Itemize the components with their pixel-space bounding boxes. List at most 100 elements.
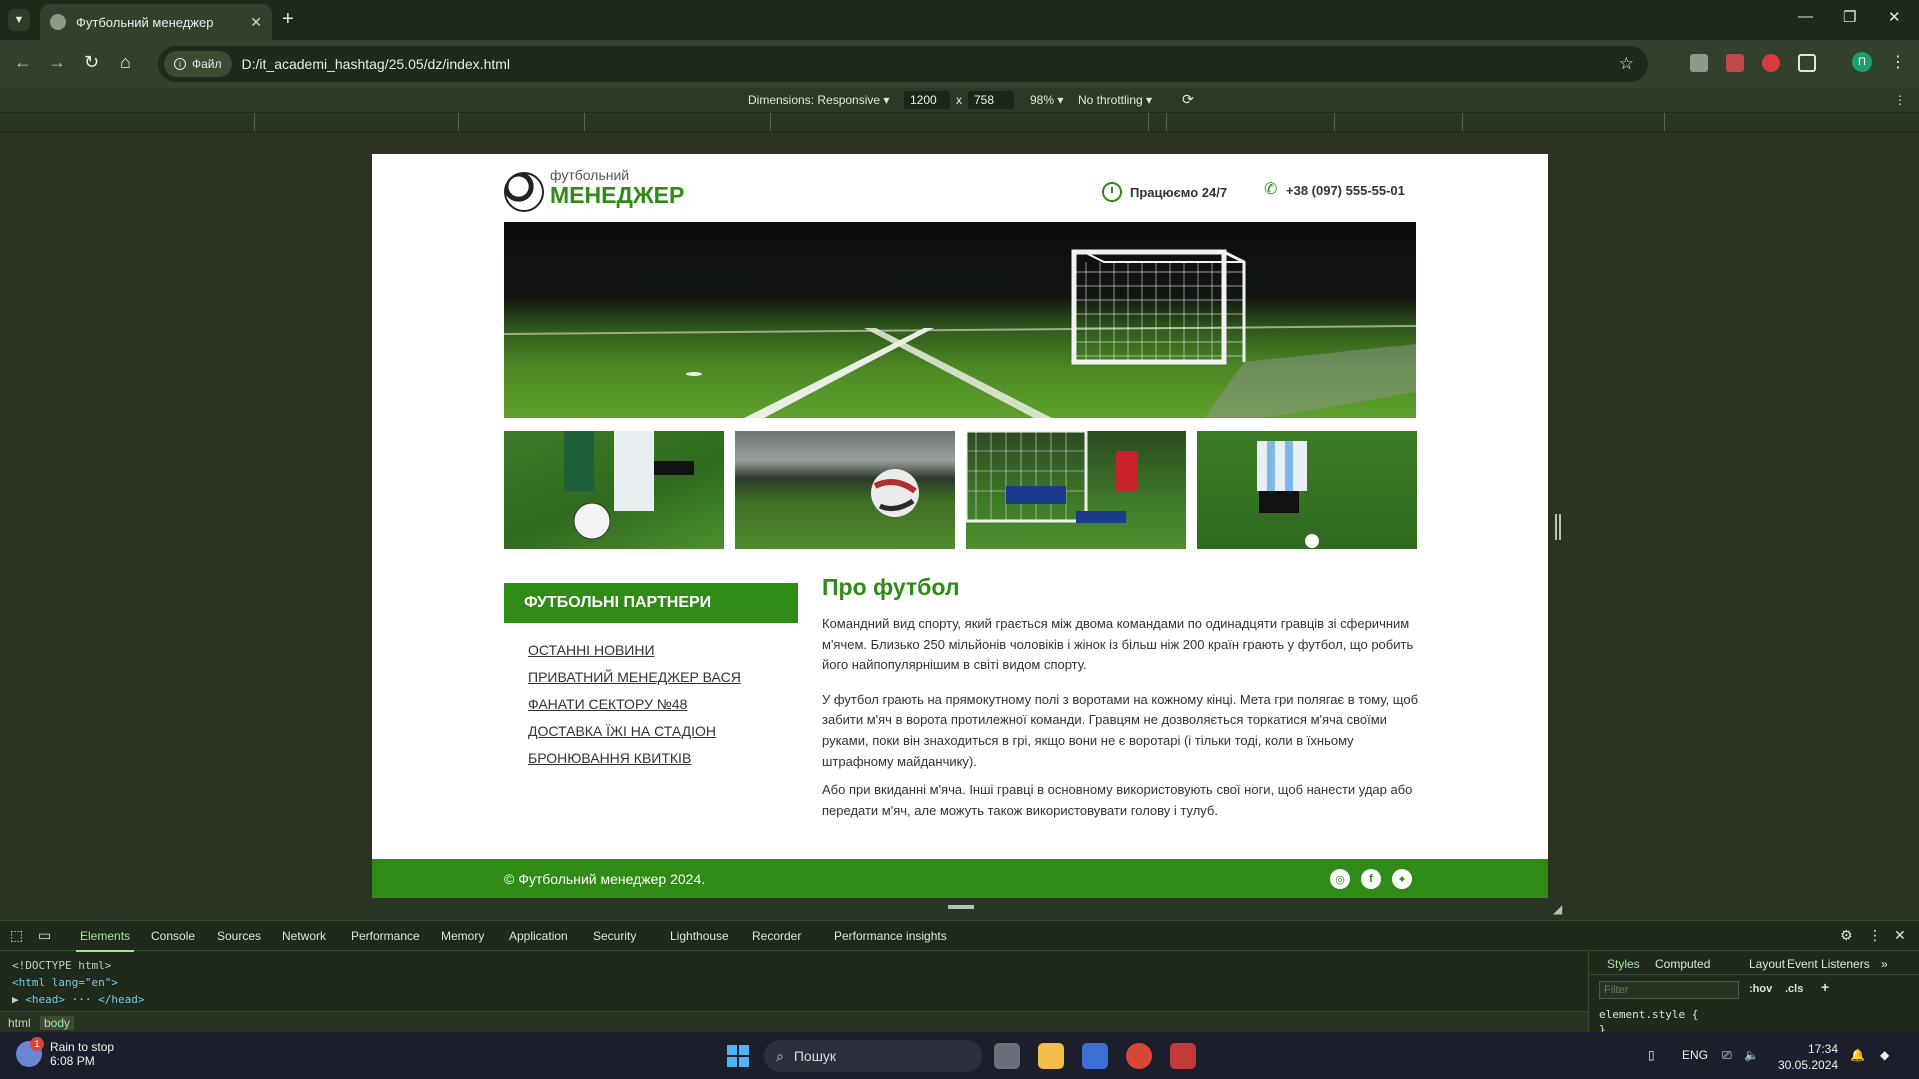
devtools-menu-icon[interactable]: ⋮ — [1868, 927, 1882, 944]
height-input[interactable]: 758 — [968, 91, 1014, 109]
rotate-icon[interactable]: ⟳ — [1182, 91, 1194, 108]
extension-icon[interactable] — [1726, 54, 1744, 72]
browser-menu-icon[interactable]: ⋮ — [1890, 52, 1906, 72]
tab-layout[interactable]: Layout — [1749, 957, 1785, 971]
url-text[interactable]: D:/it_academi_hashtag/25.05/dz/index.htm… — [242, 56, 511, 72]
width-input[interactable]: 1200 — [904, 91, 950, 109]
bookmark-star-icon[interactable]: ☆ — [1619, 54, 1634, 74]
tab-search-button[interactable]: ▼ — [8, 9, 30, 31]
phone-contact[interactable]: ✆ +38 (097) 555-55-01 — [1264, 182, 1405, 198]
tab-performance-insights[interactable]: Performance insights — [834, 929, 947, 943]
copilot-icon[interactable]: ◆ — [1880, 1048, 1889, 1062]
tab-memory[interactable]: Memory — [441, 929, 484, 943]
restore-button[interactable]: ❐ — [1843, 8, 1856, 26]
adblock-icon[interactable] — [1762, 54, 1780, 72]
reload-icon[interactable]: ↻ — [84, 52, 99, 73]
tab-console[interactable]: Console — [151, 929, 195, 943]
home-icon[interactable]: ⌂ — [120, 52, 131, 73]
system-clock[interactable]: 17:34 30.05.2024 — [1778, 1041, 1838, 1073]
corner-resize-grip[interactable]: ◢ — [1553, 902, 1562, 916]
instagram-icon[interactable]: ◎ — [1330, 869, 1350, 889]
back-icon[interactable]: ← — [14, 52, 32, 73]
tab-application[interactable]: Application — [509, 929, 568, 943]
tab-title: Футбольний менеджер — [76, 14, 214, 30]
taskbar-search[interactable]: ⌕ Пошук — [764, 1040, 982, 1072]
more-tabs-icon[interactable]: » — [1881, 957, 1888, 971]
height-resize-handle[interactable] — [948, 905, 974, 909]
close-tab-icon[interactable]: ✕ — [250, 14, 262, 31]
device-toggle-icon[interactable]: ▭ — [38, 927, 51, 944]
doctype-line[interactable]: <!DOCTYPE html> — [12, 957, 144, 974]
styles-filter-input[interactable] — [1599, 981, 1739, 999]
gallery-image-4[interactable] — [1197, 431, 1417, 549]
hover-state-toggle[interactable]: :hov — [1749, 983, 1772, 995]
zoom-select[interactable]: 98% ▾ — [1030, 93, 1063, 107]
address-bar[interactable]: i Файл D:/it_academi_hashtag/25.05/dz/in… — [158, 46, 1648, 82]
battery-icon[interactable]: ▯ — [1648, 1048, 1655, 1062]
tab-elements[interactable]: Elements — [75, 929, 135, 952]
partner-link-food-delivery[interactable]: ДОСТАВКА ЇЖІ НА СТАДІОН — [528, 723, 741, 739]
add-style-rule-icon[interactable]: + — [1821, 979, 1829, 995]
media-query-ruler — [0, 112, 1919, 132]
app-icon[interactable] — [1170, 1043, 1196, 1069]
profile-avatar[interactable]: П — [1852, 52, 1872, 72]
site-logo[interactable]: футбольний МЕНЕДЖЕР — [504, 168, 684, 212]
site-info-chip[interactable]: i Файл — [164, 51, 232, 77]
crumb-html[interactable]: html — [4, 1016, 35, 1030]
tab-security[interactable]: Security — [593, 929, 636, 943]
dimensions-label: Dimensions: Responsive — [748, 93, 881, 107]
class-toggle[interactable]: .cls — [1785, 983, 1803, 995]
weather-title: Rain to stop — [50, 1040, 115, 1054]
crumb-body[interactable]: body — [40, 1016, 75, 1030]
twitter-icon[interactable]: ✦ — [1392, 869, 1412, 889]
network-icon[interactable]: ⎚ — [1722, 1048, 1732, 1063]
tab-lighthouse[interactable]: Lighthouse — [670, 929, 729, 943]
gallery-image-3[interactable] — [966, 431, 1186, 549]
throttling-select[interactable]: No throttling ▾ — [1078, 93, 1152, 107]
facebook-icon[interactable]: f — [1361, 869, 1381, 889]
brand-small-text: футбольний — [550, 167, 630, 183]
tab-recorder[interactable]: Recorder — [752, 929, 801, 943]
tab-styles[interactable]: Styles — [1607, 957, 1640, 971]
tab-network[interactable]: Network — [282, 929, 326, 943]
notifications-bell-icon[interactable]: 🔔 — [1850, 1048, 1865, 1062]
task-view-icon[interactable] — [994, 1043, 1020, 1069]
microsoft-store-icon[interactable] — [1082, 1043, 1108, 1069]
info-icon: i — [174, 58, 186, 70]
width-resize-handle[interactable] — [1555, 514, 1561, 540]
browser-toolbar: ← → ↻ ⌂ i Файл D:/it_academi_hashtag/25.… — [0, 40, 1919, 88]
windows-start-icon[interactable] — [727, 1045, 749, 1067]
tab-sources[interactable]: Sources — [217, 929, 261, 943]
weather-widget[interactable]: 1 Rain to stop 6:08 PM — [16, 1037, 115, 1068]
minimize-button[interactable]: — — [1798, 8, 1813, 25]
new-tab-button[interactable]: + — [282, 8, 294, 31]
chrome-icon[interactable] — [1126, 1043, 1152, 1069]
volume-icon[interactable]: 🔈 — [1744, 1048, 1759, 1062]
dimensions-select[interactable]: Dimensions: Responsive ▾ — [748, 93, 889, 107]
tab-computed[interactable]: Computed — [1655, 957, 1710, 971]
extensions-puzzle-icon[interactable] — [1798, 54, 1816, 72]
tab-performance[interactable]: Performance — [351, 929, 420, 943]
device-menu-icon[interactable]: ⋮ — [1894, 93, 1906, 107]
browser-tab[interactable]: Футбольний менеджер ✕ — [40, 4, 272, 40]
partner-link-fans[interactable]: ФАНАТИ СЕКТОРУ №48 — [528, 696, 741, 712]
partner-link-private-manager[interactable]: ПРИВАТНИЙ МЕНЕДЖЕР ВАСЯ — [528, 669, 741, 685]
settings-gear-icon[interactable]: ⚙ — [1840, 927, 1853, 944]
tab-event-listeners[interactable]: Event Listeners — [1787, 957, 1870, 971]
file-explorer-icon[interactable] — [1038, 1043, 1064, 1069]
inspect-element-icon[interactable]: ⬚ — [10, 927, 23, 944]
gallery-image-2[interactable] — [735, 431, 955, 549]
dom-tree[interactable]: <!DOCTYPE html> <html lang="en"> ▶ <head… — [12, 957, 144, 1008]
tab-strip: ▼ Футбольний менеджер ✕ + — ❐ ✕ — [0, 0, 1919, 40]
partner-link-news[interactable]: ОСТАННІ НОВИНИ — [528, 642, 741, 658]
extension-icon[interactable] — [1690, 54, 1708, 72]
weather-cloud-icon: 1 — [16, 1037, 44, 1067]
partner-link-tickets[interactable]: БРОНЮВАННЯ КВИТКІВ — [528, 750, 741, 766]
language-indicator[interactable]: ENG — [1682, 1048, 1708, 1062]
forward-icon[interactable]: → — [48, 52, 66, 73]
html-tag-line[interactable]: <html lang="en"> — [12, 974, 144, 991]
head-tag-line[interactable]: ▶ <head> ··· </head> — [12, 991, 144, 1008]
close-devtools-icon[interactable]: ✕ — [1894, 927, 1906, 944]
close-window-button[interactable]: ✕ — [1888, 8, 1901, 26]
gallery-image-1[interactable] — [504, 431, 724, 549]
